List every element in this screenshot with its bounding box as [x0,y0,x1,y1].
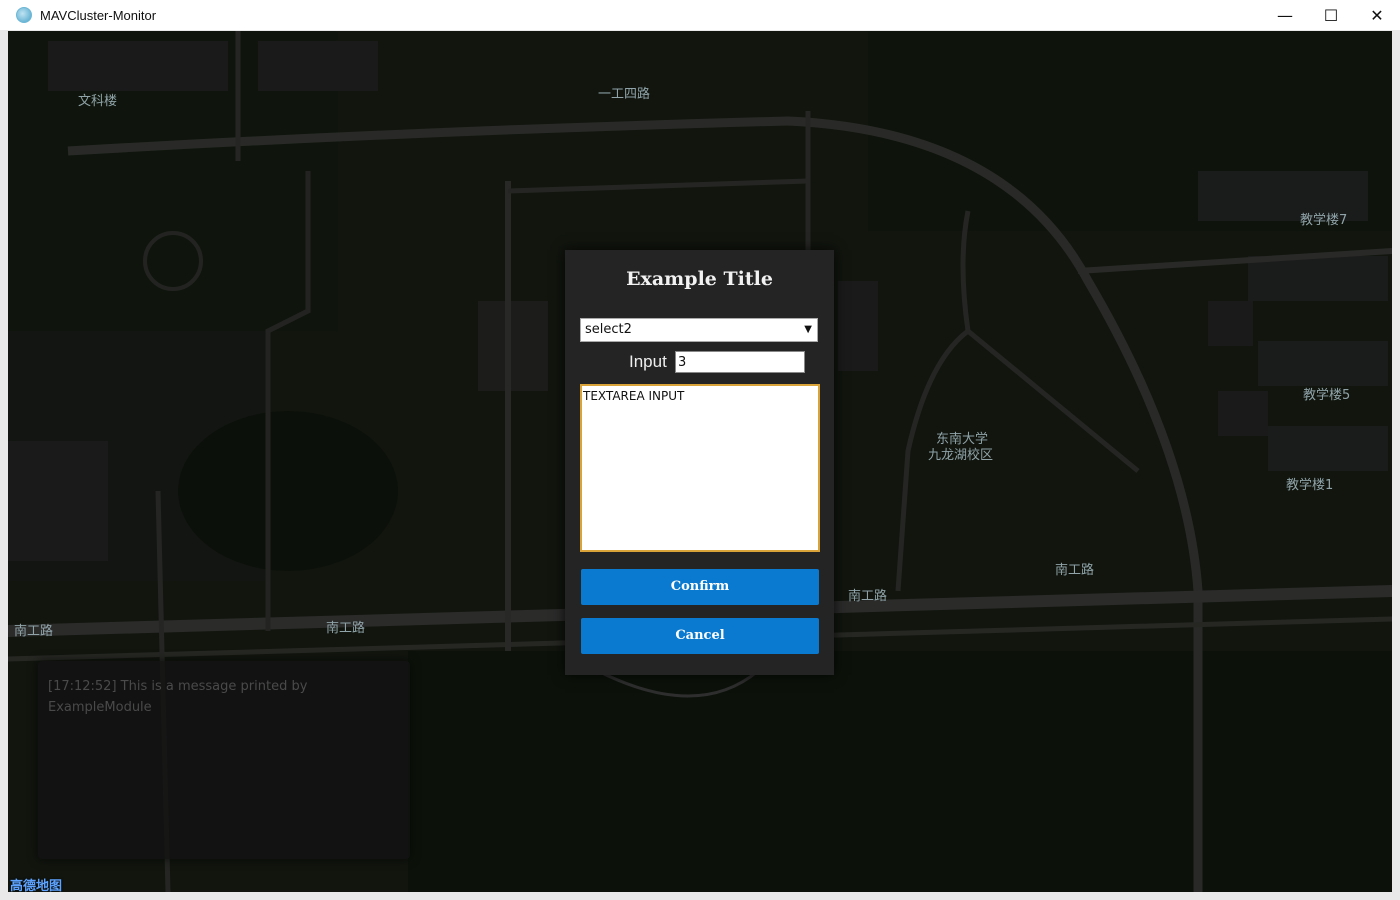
cancel-button[interactable]: Cancel [581,618,819,654]
map-label: 教学楼5 [1303,388,1351,403]
option-select[interactable]: select2 ▼ [580,318,818,342]
minimize-button[interactable]: — [1262,0,1308,30]
select-value: select2 [585,322,632,337]
close-button[interactable]: ✕ [1354,0,1400,30]
map-label: 九龙湖校区 [928,448,994,463]
map-label: 教学楼7 [1300,213,1348,228]
input-field[interactable]: 3 [675,351,805,373]
dropdown-arrow-icon: ▼ [804,324,812,335]
map-label: 南工路 [14,624,54,639]
app-window: MAVCluster-Monitor — ☐ ✕ 教学楼7 教学楼5 教学楼1 … [0,0,1400,900]
map-label: 教学楼1 [1286,478,1334,493]
map-view[interactable]: 教学楼7 教学楼5 教学楼1 东南大学 九龙湖校区 南工路 南工路 南工路 南工… [8,31,1392,892]
maximize-button[interactable]: ☐ [1308,0,1354,30]
text-area[interactable]: TEXTAREA INPUT [580,384,820,552]
dialog: Example Title select2 ▼ Input 3 TEXTAREA… [565,250,834,675]
map-label: 南工路 [326,621,366,636]
map-label: 南工路 [1055,563,1095,578]
map-label: 南工路 [848,589,888,604]
map-label: 文科楼 [78,94,118,109]
title-bar[interactable]: MAVCluster-Monitor — ☐ ✕ [0,0,1400,30]
window-title: MAVCluster-Monitor [40,7,157,23]
window-controls: — ☐ ✕ [1262,0,1400,30]
confirm-button[interactable]: Confirm [581,569,819,605]
app-icon [16,7,32,23]
log-message: [17:12:52] This is a message printed by … [48,679,308,715]
amap-logo[interactable]: 高德地图 [10,875,62,892]
input-label: Input [629,352,667,371]
log-panel[interactable]: [17:12:52] This is a message printed by … [38,661,410,859]
map-label: 一工四路 [598,87,651,102]
dialog-title: Example Title [626,268,773,290]
